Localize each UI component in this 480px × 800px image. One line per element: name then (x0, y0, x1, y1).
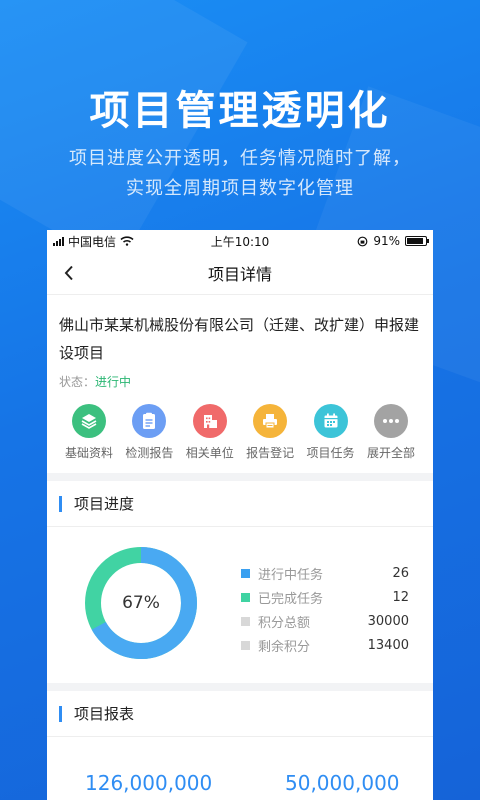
function-grid: 基础资料 检测报告 相关单位 报告登记 项目任务 展开全部 (59, 404, 421, 461)
section-header: 项目报表 (47, 691, 433, 737)
section-accent-bar (59, 495, 62, 512)
icon-circle (373, 404, 408, 438)
battery-percent: 91% (373, 234, 400, 248)
section-title: 项目报表 (74, 705, 135, 723)
back-button[interactable] (47, 252, 91, 295)
hero-subtitle-line2: 实现全周期项目数字化管理 (126, 178, 354, 199)
printer-icon (263, 414, 278, 429)
icon-circle (72, 404, 106, 438)
legend-label: 进行中任务 (258, 567, 324, 583)
section-divider (47, 683, 433, 691)
building-icon (203, 415, 217, 428)
progress-legend: 进行中任务 26 已完成任务 12 积分总额 30000 剩余积分 13400 (241, 561, 409, 657)
rotation-lock-icon (357, 236, 368, 246)
function-basic-info[interactable]: 基础资料 (59, 404, 119, 461)
function-label: 报告登记 (246, 446, 295, 460)
section-divider (47, 473, 433, 481)
progress-body: 67% 进行中任务 26 已完成任务 12 积分总额 30000 剩余积分 13… (47, 527, 433, 683)
section-accent-bar (59, 705, 62, 722)
progress-section: 项目进度 67% 进行中任务 26 已完成任务 12 积分总额 30000 剩余… (47, 481, 433, 683)
signal-icon (53, 236, 64, 246)
battery-icon (405, 236, 429, 246)
nav-bar: 项目详情 (47, 252, 433, 295)
function-expand-all[interactable]: 展开全部 (361, 404, 421, 461)
status-label: 状态： (59, 375, 96, 389)
function-label: 检测报告 (125, 446, 174, 460)
hero-title: 项目管理透明化 (89, 88, 391, 134)
chevron-left-icon (64, 265, 73, 281)
function-label: 相关单位 (185, 446, 234, 460)
legend-value: 13400 (367, 637, 409, 653)
phone-screen: 中国电信 上午10:10 91% 项目详情 佛山市某某机械股份有限公司（迁建、改 (47, 230, 433, 800)
carrier-name: 中国电信 (68, 234, 117, 249)
status-bar: 中国电信 上午10:10 91% (47, 230, 433, 252)
icon-circle (253, 404, 288, 438)
legend-value: 26 (392, 565, 409, 581)
icon-circle (192, 404, 227, 438)
function-report-registration[interactable]: 报告登记 (240, 404, 300, 461)
project-info-card: 佛山市某某机械股份有限公司（迁建、改扩建）申报建设项目 状态：进行中 基础资料 (47, 295, 433, 473)
function-related-units[interactable]: 相关单位 (180, 404, 240, 461)
status-value: 进行中 (95, 375, 132, 389)
report-body: 126,000,000 50,000,000 (47, 737, 433, 800)
legend-label: 剩余积分 (258, 639, 311, 655)
report-section: 项目报表 126,000,000 50,000,000 (47, 691, 433, 800)
layers-icon (81, 414, 97, 429)
section-title: 项目进度 (74, 495, 135, 513)
calendar-icon (324, 413, 338, 428)
legend-item: 积分总额 30000 (241, 609, 409, 633)
function-label: 项目任务 (306, 446, 355, 460)
legend-label: 已完成任务 (258, 591, 324, 607)
legend-label: 积分总额 (258, 615, 311, 631)
legend-item: 剩余积分 13400 (241, 633, 409, 657)
legend-item: 进行中任务 26 (241, 561, 409, 585)
legend-dot (241, 568, 250, 578)
report-value: 126,000,000 (85, 771, 213, 795)
function-label: 展开全部 (366, 446, 415, 460)
legend-value: 12 (392, 589, 409, 605)
legend-dot (241, 640, 250, 650)
icon-circle (132, 404, 167, 438)
legend-dot (241, 592, 250, 602)
page-title: 项目详情 (207, 265, 272, 284)
function-project-tasks[interactable]: 项目任务 (301, 404, 361, 461)
report-value: 50,000,000 (285, 771, 400, 795)
icon-circle (313, 404, 348, 438)
legend-item: 已完成任务 12 (241, 585, 409, 609)
function-label: 基础资料 (64, 446, 113, 460)
hero-subtitle-line1: 项目进度公开透明，任务情况随时了解， (69, 148, 411, 169)
progress-percent: 67% (122, 593, 160, 613)
legend-value: 30000 (367, 613, 409, 629)
project-name: 佛山市某某机械股份有限公司（迁建、改扩建）申报建设项目 (59, 316, 420, 362)
document-icon (143, 412, 156, 429)
project-status: 状态：进行中 (59, 373, 421, 390)
section-header: 项目进度 (47, 481, 433, 527)
function-test-report[interactable]: 检测报告 (119, 404, 179, 461)
wifi-icon (120, 236, 134, 246)
more-icon (382, 419, 399, 423)
legend-dot (241, 616, 250, 626)
